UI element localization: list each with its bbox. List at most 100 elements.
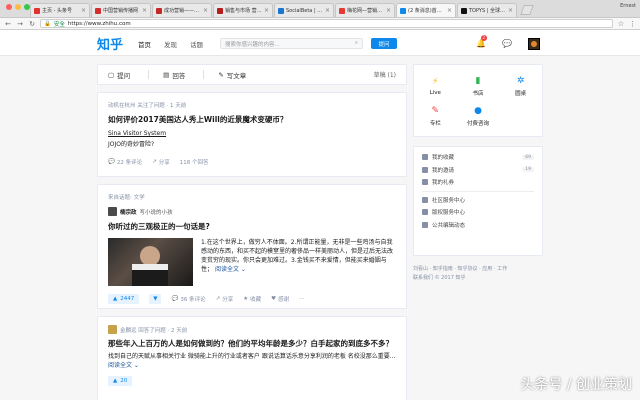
sidebar-shortcut-label: Live	[429, 89, 441, 96]
compose-ask[interactable]: ▢ 提问	[108, 70, 130, 80]
zhihu-logo[interactable]: 知乎	[97, 34, 123, 53]
tab-close-icon[interactable]: ×	[508, 7, 513, 14]
read-more-link[interactable]: 阅读全文 ⌄	[108, 362, 139, 369]
question-icon: ▢	[108, 70, 115, 79]
share-button[interactable]: ↗ 分享	[216, 295, 234, 303]
minimize-window-icon[interactable]	[15, 4, 21, 10]
star-icon[interactable]: ☆	[617, 20, 625, 28]
url-text: https://www.zhihu.com	[67, 20, 131, 27]
nav-topics[interactable]: 话题	[190, 39, 203, 49]
question-title[interactable]: 你听过的三观极正的一句话是?	[108, 221, 396, 232]
window-controls	[6, 4, 30, 10]
menu-item-label: 社区服务中心	[432, 197, 466, 204]
compose-answer[interactable]: ▤ 回答	[163, 70, 185, 80]
menu-item-label: 我的邀请	[432, 167, 455, 174]
sidebar-menu-item[interactable]: 公共编辑动态	[422, 219, 534, 232]
sidebar-menu-item[interactable]: 版权服务中心	[422, 206, 534, 219]
browser-tab[interactable]: 主页 - 头条号 ×	[30, 3, 90, 17]
avatar[interactable]	[528, 38, 540, 50]
excerpt-text[interactable]: 1.在这个世界上，做穷人不体面。2.所谓正能量，无非是一些鸡汤与自我感动的东西，…	[201, 238, 396, 286]
sidebar-menu-item[interactable]: 社区服务中心	[422, 194, 534, 207]
share-label: 分享	[222, 297, 234, 303]
menu-icon[interactable]: ⋮	[629, 20, 636, 28]
comments-button[interactable]: 💬 36 条评论	[171, 295, 205, 303]
nav-explore[interactable]: 发现	[164, 39, 177, 49]
comment-icon: 💬	[171, 296, 179, 302]
author-avatar[interactable]	[108, 325, 117, 334]
footer-line-2[interactable]: 联系我们 © 2017 知乎	[413, 274, 543, 283]
tab-close-icon[interactable]: ×	[142, 7, 147, 14]
sidebar-menu-item[interactable]: 我的收藏 69	[422, 151, 534, 164]
sidebar-shortcut-lightning[interactable]: ⚡ Live	[414, 71, 457, 101]
search-input[interactable]: 搜索你感兴趣的内容... ⌕	[220, 38, 363, 49]
comments-button[interactable]: 💬 22 条评论	[108, 158, 142, 166]
pencil-icon: ✎	[218, 70, 224, 79]
question-title[interactable]: 那些年入上百万的人是如何做到的？他们的平均年龄是多少？白手起家的到底多不多？	[108, 339, 396, 349]
browser-tab[interactable]: TOPYS | 全球顶尖 ×	[457, 3, 517, 17]
tab-close-icon[interactable]: ×	[81, 7, 86, 14]
tab-close-icon[interactable]: ×	[203, 7, 208, 14]
tab-close-icon[interactable]: ×	[447, 7, 452, 14]
author-avatar[interactable]	[108, 207, 117, 216]
tab-label: TOPYS | 全球顶尖	[469, 8, 506, 14]
compose-write[interactable]: ✎ 写文章	[218, 70, 246, 80]
answers-count[interactable]: 118 个回答	[180, 158, 209, 166]
sidebar-shortcut-pen[interactable]: ✎ 专栏	[414, 101, 457, 131]
author-bio: 写小说的小孩	[139, 209, 173, 216]
share-button[interactable]: ↗ 分享	[152, 158, 170, 166]
answer-thumbnail[interactable]	[108, 238, 193, 286]
forward-icon[interactable]: →	[16, 20, 24, 28]
upvote-button[interactable]: ▲ 2447	[108, 294, 140, 304]
drafts-link[interactable]: 草稿 (1)	[374, 70, 396, 79]
collect-button[interactable]: ★ 收藏	[243, 295, 261, 303]
reload-icon[interactable]: ↻	[28, 20, 36, 28]
sidebar-menu-item[interactable]: 我的邀请 19	[422, 164, 534, 177]
sidebar-shortcut-consult[interactable]: ● 付费咨询	[457, 101, 500, 131]
new-tab-button[interactable]	[520, 5, 534, 15]
feed-actions: ▲ 20	[108, 376, 396, 386]
tab-favicon-icon	[95, 7, 101, 14]
sidebar-shortcut-roundtable[interactable]: ✲ 圆桌	[499, 71, 542, 101]
feed-meta: 金麟远 回答了问题 · 2 天前	[120, 327, 188, 334]
search-icon[interactable]: ⌕	[355, 40, 358, 47]
compose-bar: ▢ 提问 ▤ 回答 ✎ 写文章 草稿 (1)	[97, 64, 407, 85]
author-name[interactable]: 楠宗政	[120, 208, 137, 216]
browser-tab[interactable]: SocialBeta | 领先×	[274, 3, 334, 17]
maximize-window-icon[interactable]	[24, 4, 30, 10]
sidebar-menu-item[interactable]: 我的礼券	[422, 176, 534, 189]
book-icon: ▮	[475, 75, 481, 86]
browser-user-chip[interactable]: Ernest	[620, 3, 636, 9]
tab-close-icon[interactable]: ×	[386, 7, 391, 14]
ask-button[interactable]: 提问	[371, 38, 397, 49]
feed-meta: 动机在杭州 关注了问题 · 1 天前	[108, 103, 187, 109]
browser-tab[interactable]: 销售与市场 营一营×	[213, 3, 273, 17]
downvote-button[interactable]: ▼	[149, 294, 162, 304]
url-input[interactable]: 🔒 安全 https://www.zhihu.com	[40, 19, 613, 28]
browser-tab[interactable]: 中国营销传播网 ×	[91, 3, 151, 17]
browser-tab[interactable]: 梅花网—营销者的 ×	[335, 3, 395, 17]
browser-tab[interactable]: (2 条消息)首页 - 知乎×	[396, 3, 456, 17]
share-icon: ↗	[152, 159, 157, 165]
share-label: 分享	[158, 160, 170, 166]
messages-icon[interactable]: 💬	[502, 39, 512, 48]
nav-home[interactable]: 首页	[138, 39, 151, 49]
tab-favicon-icon	[34, 7, 40, 14]
menu-item-label: 我的收藏	[432, 155, 455, 162]
upvote-button[interactable]: ▲ 20	[108, 376, 133, 386]
more-button[interactable]: ···	[299, 296, 304, 302]
thanks-button[interactable]: ♥ 感谢	[271, 295, 289, 303]
close-window-icon[interactable]	[6, 4, 12, 10]
compose-answer-label: 回答	[172, 71, 186, 80]
browser-tab[interactable]: 成功营销——中国 ×	[152, 3, 212, 17]
question-title[interactable]: 如何评价2017美国达人秀上Will的近景魔术变硬币？	[108, 114, 396, 125]
arrow-up-icon: ▲	[113, 296, 118, 302]
sidebar-shortcut-book[interactable]: ▮ 书店	[457, 71, 500, 101]
tab-close-icon[interactable]: ×	[264, 7, 269, 14]
back-icon[interactable]: ←	[4, 20, 12, 28]
tab-favicon-icon	[339, 7, 345, 14]
read-more-link[interactable]: 阅读全文 ⌄	[215, 266, 246, 273]
footer-line-1[interactable]: 刘看山 · 知乎指南 · 知乎协议 · 应用 · 工作	[413, 265, 543, 274]
author-name[interactable]: Sina Visitor System	[108, 130, 396, 137]
excerpt-text[interactable]: 找到自己的天赋从事相关行业 微骑能上升的行业或者客户 跟说话算话乐意分享利润的老…	[108, 352, 396, 370]
tab-close-icon[interactable]: ×	[325, 7, 330, 14]
